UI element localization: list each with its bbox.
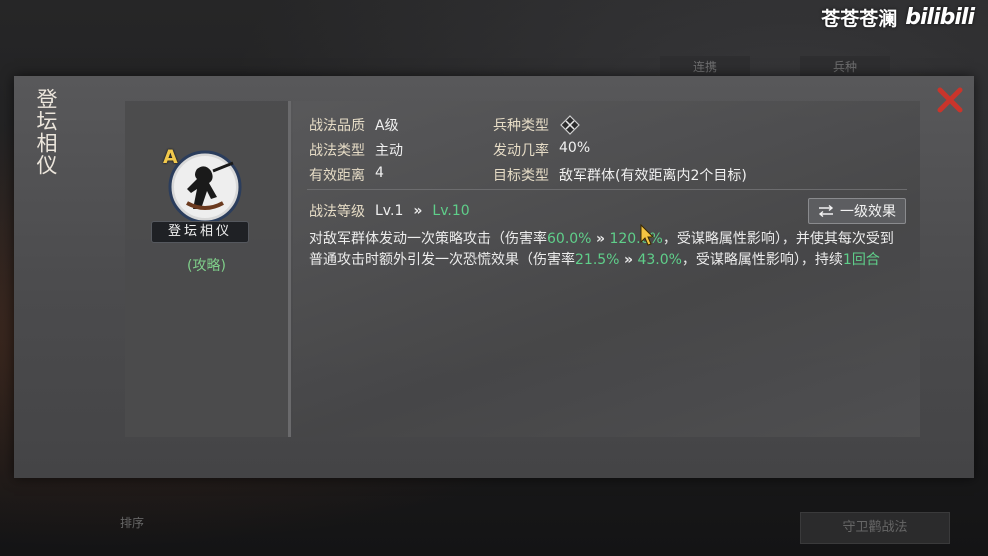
level-label: 战法等级 <box>309 204 365 220</box>
effect-button-label: 一级效果 <box>840 204 896 220</box>
desc-text-1: 对敌军群体发动一次策略攻击（伤害率 <box>309 231 547 247</box>
unit-row: 兵种类型 <box>493 115 581 135</box>
type-label: 战法类型 <box>309 143 365 159</box>
desc-arrow-2: » <box>623 252 633 268</box>
bilibili-logo: bilibili <box>905 5 975 30</box>
level-current: Lv.1 <box>375 203 404 219</box>
background-tab-1: 连携 <box>660 56 750 78</box>
unit-label: 兵种类型 <box>493 118 549 134</box>
grade-letter: A <box>163 146 178 168</box>
swap-arrows-icon <box>818 205 834 217</box>
desc-duration: 1回合 <box>842 252 880 268</box>
modal-title: 登坛相仪 <box>34 88 58 176</box>
desc-value-1b: 120.0% <box>609 231 663 247</box>
skill-info-panel: 战法品质 A级 战法类型 主动 有效距离 4 兵种类型 发动几率 40% 目标类… <box>293 101 920 437</box>
range-row: 有效距离 4 <box>309 165 384 185</box>
watermark-author: 苍苍苍澜 <box>821 8 898 30</box>
guide-link[interactable]: (攻略) <box>125 255 288 275</box>
skill-level-row: 战法等级 Lv.1 » Lv.10 <box>309 201 470 221</box>
close-x-icon <box>937 87 963 113</box>
type-row: 战法类型 主动 <box>309 140 403 160</box>
desc-text-3: ，受谋略属性影响），持续 <box>681 252 843 268</box>
background-button: 守卫鹳战法 <box>800 512 950 544</box>
desc-value-1a: 60.0% <box>547 231 592 247</box>
level-effect-toggle-button[interactable]: 一级效果 <box>808 198 906 224</box>
target-value: 敌军群体(有效距离内2个目标) <box>559 168 747 184</box>
rate-value: 40% <box>559 140 591 156</box>
background-filter: 排序 <box>120 516 145 530</box>
range-label: 有效距离 <box>309 168 365 184</box>
target-label: 目标类型 <box>493 168 549 184</box>
target-row: 目标类型 敌军群体(有效距离内2个目标) <box>493 165 747 185</box>
level-arrow: » <box>413 203 423 219</box>
watermark: 苍苍苍澜 bilibili <box>821 4 975 31</box>
close-button[interactable] <box>934 84 966 116</box>
quality-row: 战法品质 A级 <box>309 115 399 135</box>
warrior-portrait-icon <box>168 150 242 224</box>
divider <box>307 189 907 190</box>
mouse-cursor-icon <box>640 224 654 246</box>
desc-arrow-1: » <box>595 231 605 247</box>
quality-value: A级 <box>375 118 399 134</box>
troop-type-icon <box>560 115 580 135</box>
skill-name-plate: 登坛相仪 <box>151 221 249 243</box>
rate-row: 发动几率 40% <box>493 140 590 160</box>
range-value: 4 <box>375 165 384 181</box>
desc-value-2a: 21.5% <box>575 252 620 268</box>
quality-label: 战法品质 <box>309 118 365 134</box>
skill-description: 对敌军群体发动一次策略攻击（伤害率60.0% » 120.0% ，受谋略属性影响）… <box>309 229 907 271</box>
level-max: Lv.10 <box>432 203 470 219</box>
skill-card: A 登坛相仪 (攻略) <box>125 101 291 437</box>
skill-detail-modal: 登坛相仪 A 登坛相仪 (攻略) 战法品质 A级 战法类型 主动 有效距离 4 … <box>14 76 974 478</box>
type-value: 主动 <box>375 143 403 159</box>
background-tab-2: 兵种 <box>800 56 890 78</box>
skill-portrait: A <box>163 146 243 225</box>
desc-value-2b: 43.0% <box>637 252 682 268</box>
rate-label: 发动几率 <box>493 143 549 159</box>
